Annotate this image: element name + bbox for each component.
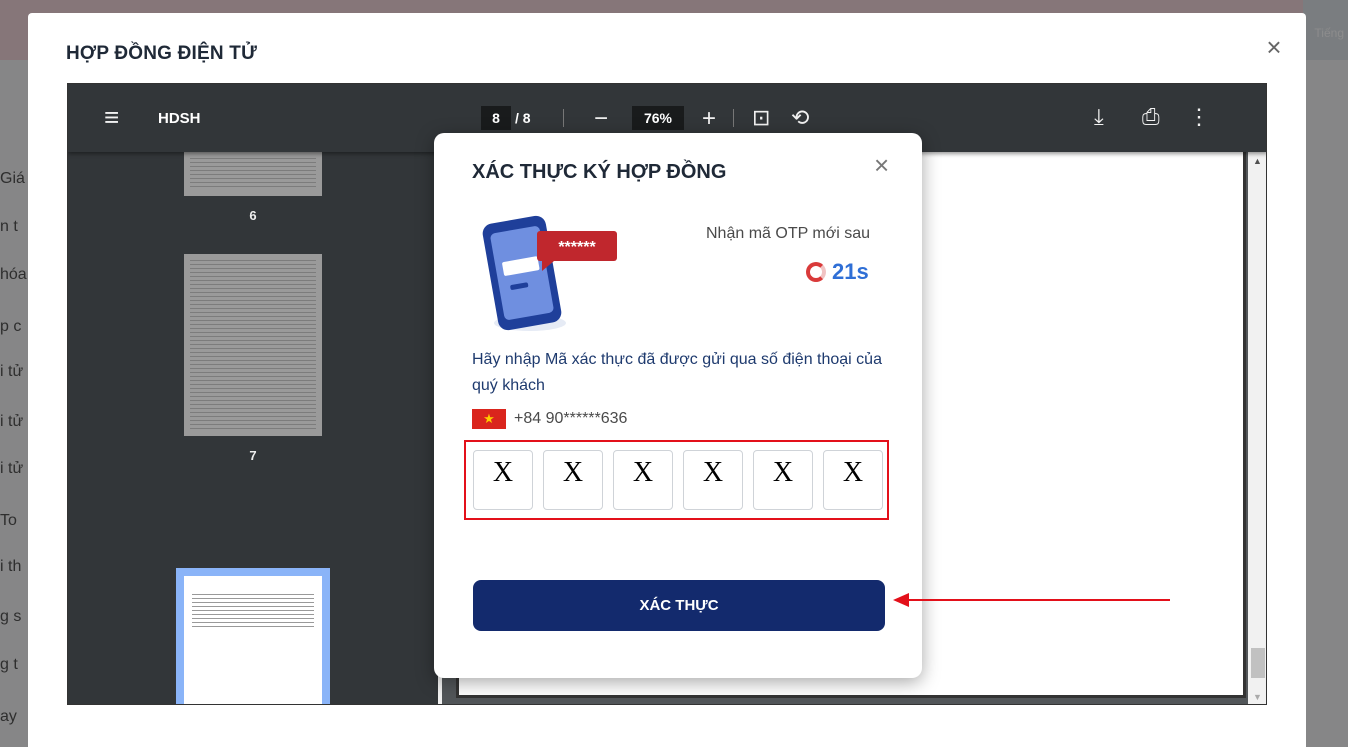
zoom-input[interactable]: 76% xyxy=(632,106,684,130)
modal-close-icon[interactable]: × xyxy=(1260,33,1288,61)
verify-button[interactable]: XÁC THỰC xyxy=(473,580,885,631)
document-scrollbar[interactable]: ▲ ▼ xyxy=(1248,152,1266,704)
otp-digit-input[interactable]: X xyxy=(823,450,883,510)
otp-digit-input[interactable]: X xyxy=(753,450,813,510)
otp-digit-input[interactable]: X xyxy=(613,450,673,510)
otp-close-icon[interactable]: × xyxy=(874,151,889,179)
otp-digit-input[interactable]: X xyxy=(683,450,743,510)
thumbnail-page-6[interactable] xyxy=(184,152,322,196)
print-icon[interactable]: ⎙ xyxy=(1142,106,1160,128)
otp-instruction: Hãy nhập Mã xác thực đã được gửi qua số … xyxy=(472,351,882,394)
thumbnail-page-7[interactable] xyxy=(184,254,322,436)
thumbnail-sidebar: 6 7 8 xyxy=(68,152,442,704)
download-icon[interactable]: ⤓ xyxy=(1094,106,1104,128)
toolbar-divider xyxy=(563,109,564,127)
vietnam-flag-icon: ★ xyxy=(472,409,506,429)
otp-digit-input[interactable]: X xyxy=(473,450,533,510)
zoom-out-icon[interactable]: − xyxy=(594,107,608,131)
otp-digit-input[interactable]: X xyxy=(543,450,603,510)
annotation-arrow-head-icon xyxy=(893,593,909,607)
fit-page-icon[interactable]: ⊡ xyxy=(752,107,770,129)
page-total: / 8 xyxy=(515,110,531,126)
otp-resend-hint: Nhận mã OTP mới sau xyxy=(706,225,871,242)
illustration-badge-text: ****** xyxy=(558,239,596,256)
menu-icon[interactable]: ≡ xyxy=(104,104,119,130)
otp-countdown-value: 21s xyxy=(832,259,869,284)
zoom-in-icon[interactable]: + xyxy=(702,107,716,131)
otp-dialog: XÁC THỰC KÝ HỢP ĐỒNG × ****** Nhận mã OT… xyxy=(434,133,922,678)
toolbar-divider xyxy=(733,109,734,127)
otp-phone-number: +84 90******636 xyxy=(514,410,628,427)
thumbnail-number: 6 xyxy=(249,208,257,223)
otp-dialog-title: XÁC THỰC KÝ HỢP ĐỒNG xyxy=(472,161,727,183)
scroll-up-icon[interactable]: ▲ xyxy=(1253,156,1262,166)
thumbnail-page-8[interactable] xyxy=(184,576,322,704)
annotation-arrow-line xyxy=(908,599,1170,601)
otp-countdown: 21s xyxy=(806,259,869,285)
document-title: HDSH xyxy=(158,110,201,127)
thumbnail-number: 7 xyxy=(249,448,257,463)
rotate-icon[interactable]: ⟲ xyxy=(791,107,809,129)
more-options-icon[interactable]: ⋮ xyxy=(1188,106,1210,128)
page-number-input[interactable]: 8 xyxy=(481,106,511,130)
otp-phone-row: ★ +84 90******636 xyxy=(472,409,627,429)
scroll-down-icon[interactable]: ▼ xyxy=(1253,692,1262,702)
modal-title: HỢP ĐỒNG ĐIỆN TỬ xyxy=(66,43,258,64)
phone-otp-illustration-icon: ****** xyxy=(482,215,617,331)
countdown-ring-icon xyxy=(806,262,826,282)
scrollbar-thumb[interactable] xyxy=(1251,648,1265,678)
